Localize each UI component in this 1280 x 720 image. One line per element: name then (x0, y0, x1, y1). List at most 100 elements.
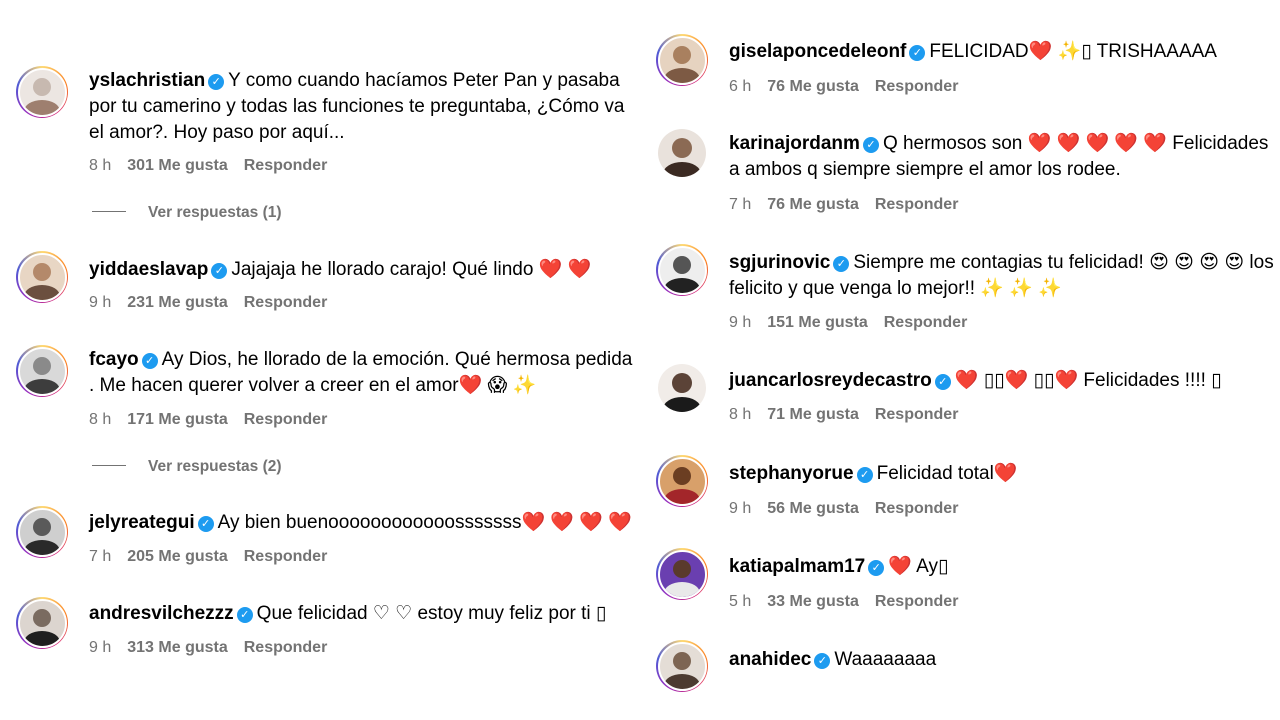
comment-text-block: juancarlosreydecastro ✓ ❤️ ▯▯❤️ ▯▯❤️ Felic… (729, 368, 1274, 394)
avatar[interactable] (16, 597, 68, 649)
view-replies-label: Ver respuestas (1) (148, 204, 282, 221)
comment-text-block: yslachristian ✓ Y como cuando hacíamos Pet… (89, 68, 634, 146)
comment-text: FELICIDAD❤️ ✨▯ TRISHAAAAA (929, 41, 1217, 62)
avatar[interactable] (656, 455, 708, 507)
replies-divider (92, 465, 126, 466)
reply-button[interactable]: Responder (244, 411, 328, 428)
comment-meta: 5 h 33 Me gusta Responder (729, 592, 974, 612)
comment-text-block: jelyreategui ✓ Ay bien buenoooooooooooosss… (89, 510, 634, 536)
likes-count[interactable]: 205 Me gusta (127, 548, 227, 565)
avatar[interactable] (656, 640, 708, 692)
username[interactable]: giselaponcedeleonf (729, 41, 906, 62)
comment-time: 8 h (729, 406, 752, 423)
comment-meta: 9 h 313 Me gusta Responder (89, 638, 343, 658)
verified-badge-icon: ✓ (814, 653, 831, 669)
comment-text-block: katiapalmam17 ✓ ❤️ Ay▯ (729, 554, 1274, 580)
comment-time: 9 h (729, 500, 752, 517)
likes-count[interactable]: 301 Me gusta (127, 157, 227, 174)
verified-badge-icon: ✓ (833, 256, 850, 272)
username[interactable]: juancarlosreydecastro (729, 370, 932, 391)
comment-time: 9 h (89, 294, 112, 311)
avatar[interactable] (656, 362, 708, 414)
username[interactable]: anahidec (729, 649, 811, 670)
view-replies-button[interactable]: Ver respuestas (1) (92, 204, 282, 222)
comment-meta: 8 h 171 Me gusta Responder (89, 410, 343, 430)
likes-count[interactable]: 151 Me gusta (767, 314, 867, 331)
comment-text: Felicidad total❤️ (876, 463, 1018, 484)
avatar[interactable] (16, 345, 68, 397)
verified-badge-icon: ✓ (197, 516, 214, 532)
verified-badge-icon: ✓ (141, 353, 158, 369)
avatar[interactable] (656, 127, 708, 179)
verified-badge-icon: ✓ (236, 607, 253, 623)
view-replies-label: Ver respuestas (2) (148, 458, 282, 475)
reply-button[interactable]: Responder (244, 639, 328, 656)
verified-badge-icon: ✓ (909, 45, 926, 61)
avatar[interactable] (656, 34, 708, 86)
comment-text: Jajajaja he llorado carajo! Qué lindo ❤️… (231, 259, 592, 280)
comment-meta: 7 h 76 Me gusta Responder (729, 195, 974, 215)
username[interactable]: karinajordanm (729, 133, 860, 154)
reply-button[interactable]: Responder (244, 294, 328, 311)
comment-text: Ay bien buenoooooooooooosssssss❤️ ❤️ ❤️ … (217, 512, 632, 533)
avatar[interactable] (16, 506, 68, 558)
comment-meta: 8 h 301 Me gusta Responder (89, 156, 343, 176)
verified-badge-icon: ✓ (208, 74, 225, 90)
comment-text-block: stephanyorue ✓ Felicidad total❤️ (729, 461, 1274, 487)
username[interactable]: katiapalmam17 (729, 556, 865, 577)
comment-time: 8 h (89, 411, 112, 428)
comment-text-block: yiddaeslavap ✓ Jajajaja he llorado carajo!… (89, 257, 634, 283)
likes-count[interactable]: 171 Me gusta (127, 411, 227, 428)
comment-text-block: karinajordanm ✓ Q hermosos son ❤️ ❤️ ❤️ ❤️… (729, 131, 1274, 183)
username[interactable]: sgjurinovic (729, 252, 830, 273)
likes-count[interactable]: 76 Me gusta (767, 196, 859, 213)
comment-time: 5 h (729, 593, 752, 610)
avatar[interactable] (16, 66, 68, 118)
comment-meta: 9 h 151 Me gusta Responder (729, 313, 983, 333)
username[interactable]: fcayo (89, 349, 139, 370)
reply-button[interactable]: Responder (884, 314, 968, 331)
comment-text-block: giselaponcedeleonf ✓ FELICIDAD❤️ ✨▯ TRISHA… (729, 39, 1274, 65)
comment-text-block: sgjurinovic ✓ Siempre me contagias tu feli… (729, 250, 1274, 302)
reply-button[interactable]: Responder (875, 500, 959, 517)
comment-meta: 7 h 205 Me gusta Responder (89, 547, 343, 567)
comment-meta: 9 h 231 Me gusta Responder (89, 293, 343, 313)
reply-button[interactable]: Responder (244, 548, 328, 565)
verified-badge-icon: ✓ (868, 560, 885, 576)
view-replies-button[interactable]: Ver respuestas (2) (92, 458, 282, 476)
comment-text: Waaaaaaaa (834, 649, 937, 670)
verified-badge-icon: ✓ (211, 263, 228, 279)
reply-button[interactable]: Responder (244, 157, 328, 174)
avatar[interactable] (16, 251, 68, 303)
comment-time: 9 h (89, 639, 112, 656)
likes-count[interactable]: 313 Me gusta (127, 639, 227, 656)
likes-count[interactable]: 231 Me gusta (127, 294, 227, 311)
avatar[interactable] (656, 244, 708, 296)
comment-meta: 8 h 71 Me gusta Responder (729, 405, 974, 425)
comment-time: 6 h (729, 78, 752, 95)
comment-text: ❤️ Ay▯ (888, 556, 949, 577)
username[interactable]: andresvilchezzz (89, 603, 234, 624)
username[interactable]: stephanyorue (729, 463, 854, 484)
reply-button[interactable]: Responder (875, 196, 959, 213)
username[interactable]: yslachristian (89, 70, 205, 91)
replies-divider (92, 211, 126, 212)
comment-meta: 6 h 76 Me gusta Responder (729, 77, 974, 97)
reply-button[interactable]: Responder (875, 78, 959, 95)
verified-badge-icon: ✓ (856, 467, 873, 483)
comment-text: ❤️ ▯▯❤️ ▯▯❤️ Felicidades !!!! ▯ (954, 370, 1222, 391)
username[interactable]: jelyreategui (89, 512, 195, 533)
verified-badge-icon: ✓ (934, 374, 951, 390)
avatar[interactable] (656, 548, 708, 600)
comment-text-block: andresvilchezzz ✓ Que felicidad ♡ ♡ estoy … (89, 601, 634, 627)
comment-time: 7 h (729, 196, 752, 213)
username[interactable]: yiddaeslavap (89, 259, 208, 280)
likes-count[interactable]: 56 Me gusta (767, 500, 859, 517)
likes-count[interactable]: 71 Me gusta (767, 406, 859, 423)
reply-button[interactable]: Responder (875, 406, 959, 423)
likes-count[interactable]: 76 Me gusta (767, 78, 859, 95)
likes-count[interactable]: 33 Me gusta (767, 593, 859, 610)
comment-text-block: fcayo ✓ Ay Dios, he llorado de la emoción.… (89, 347, 634, 399)
reply-button[interactable]: Responder (875, 593, 959, 610)
comment-meta: 9 h 56 Me gusta Responder (729, 499, 974, 519)
